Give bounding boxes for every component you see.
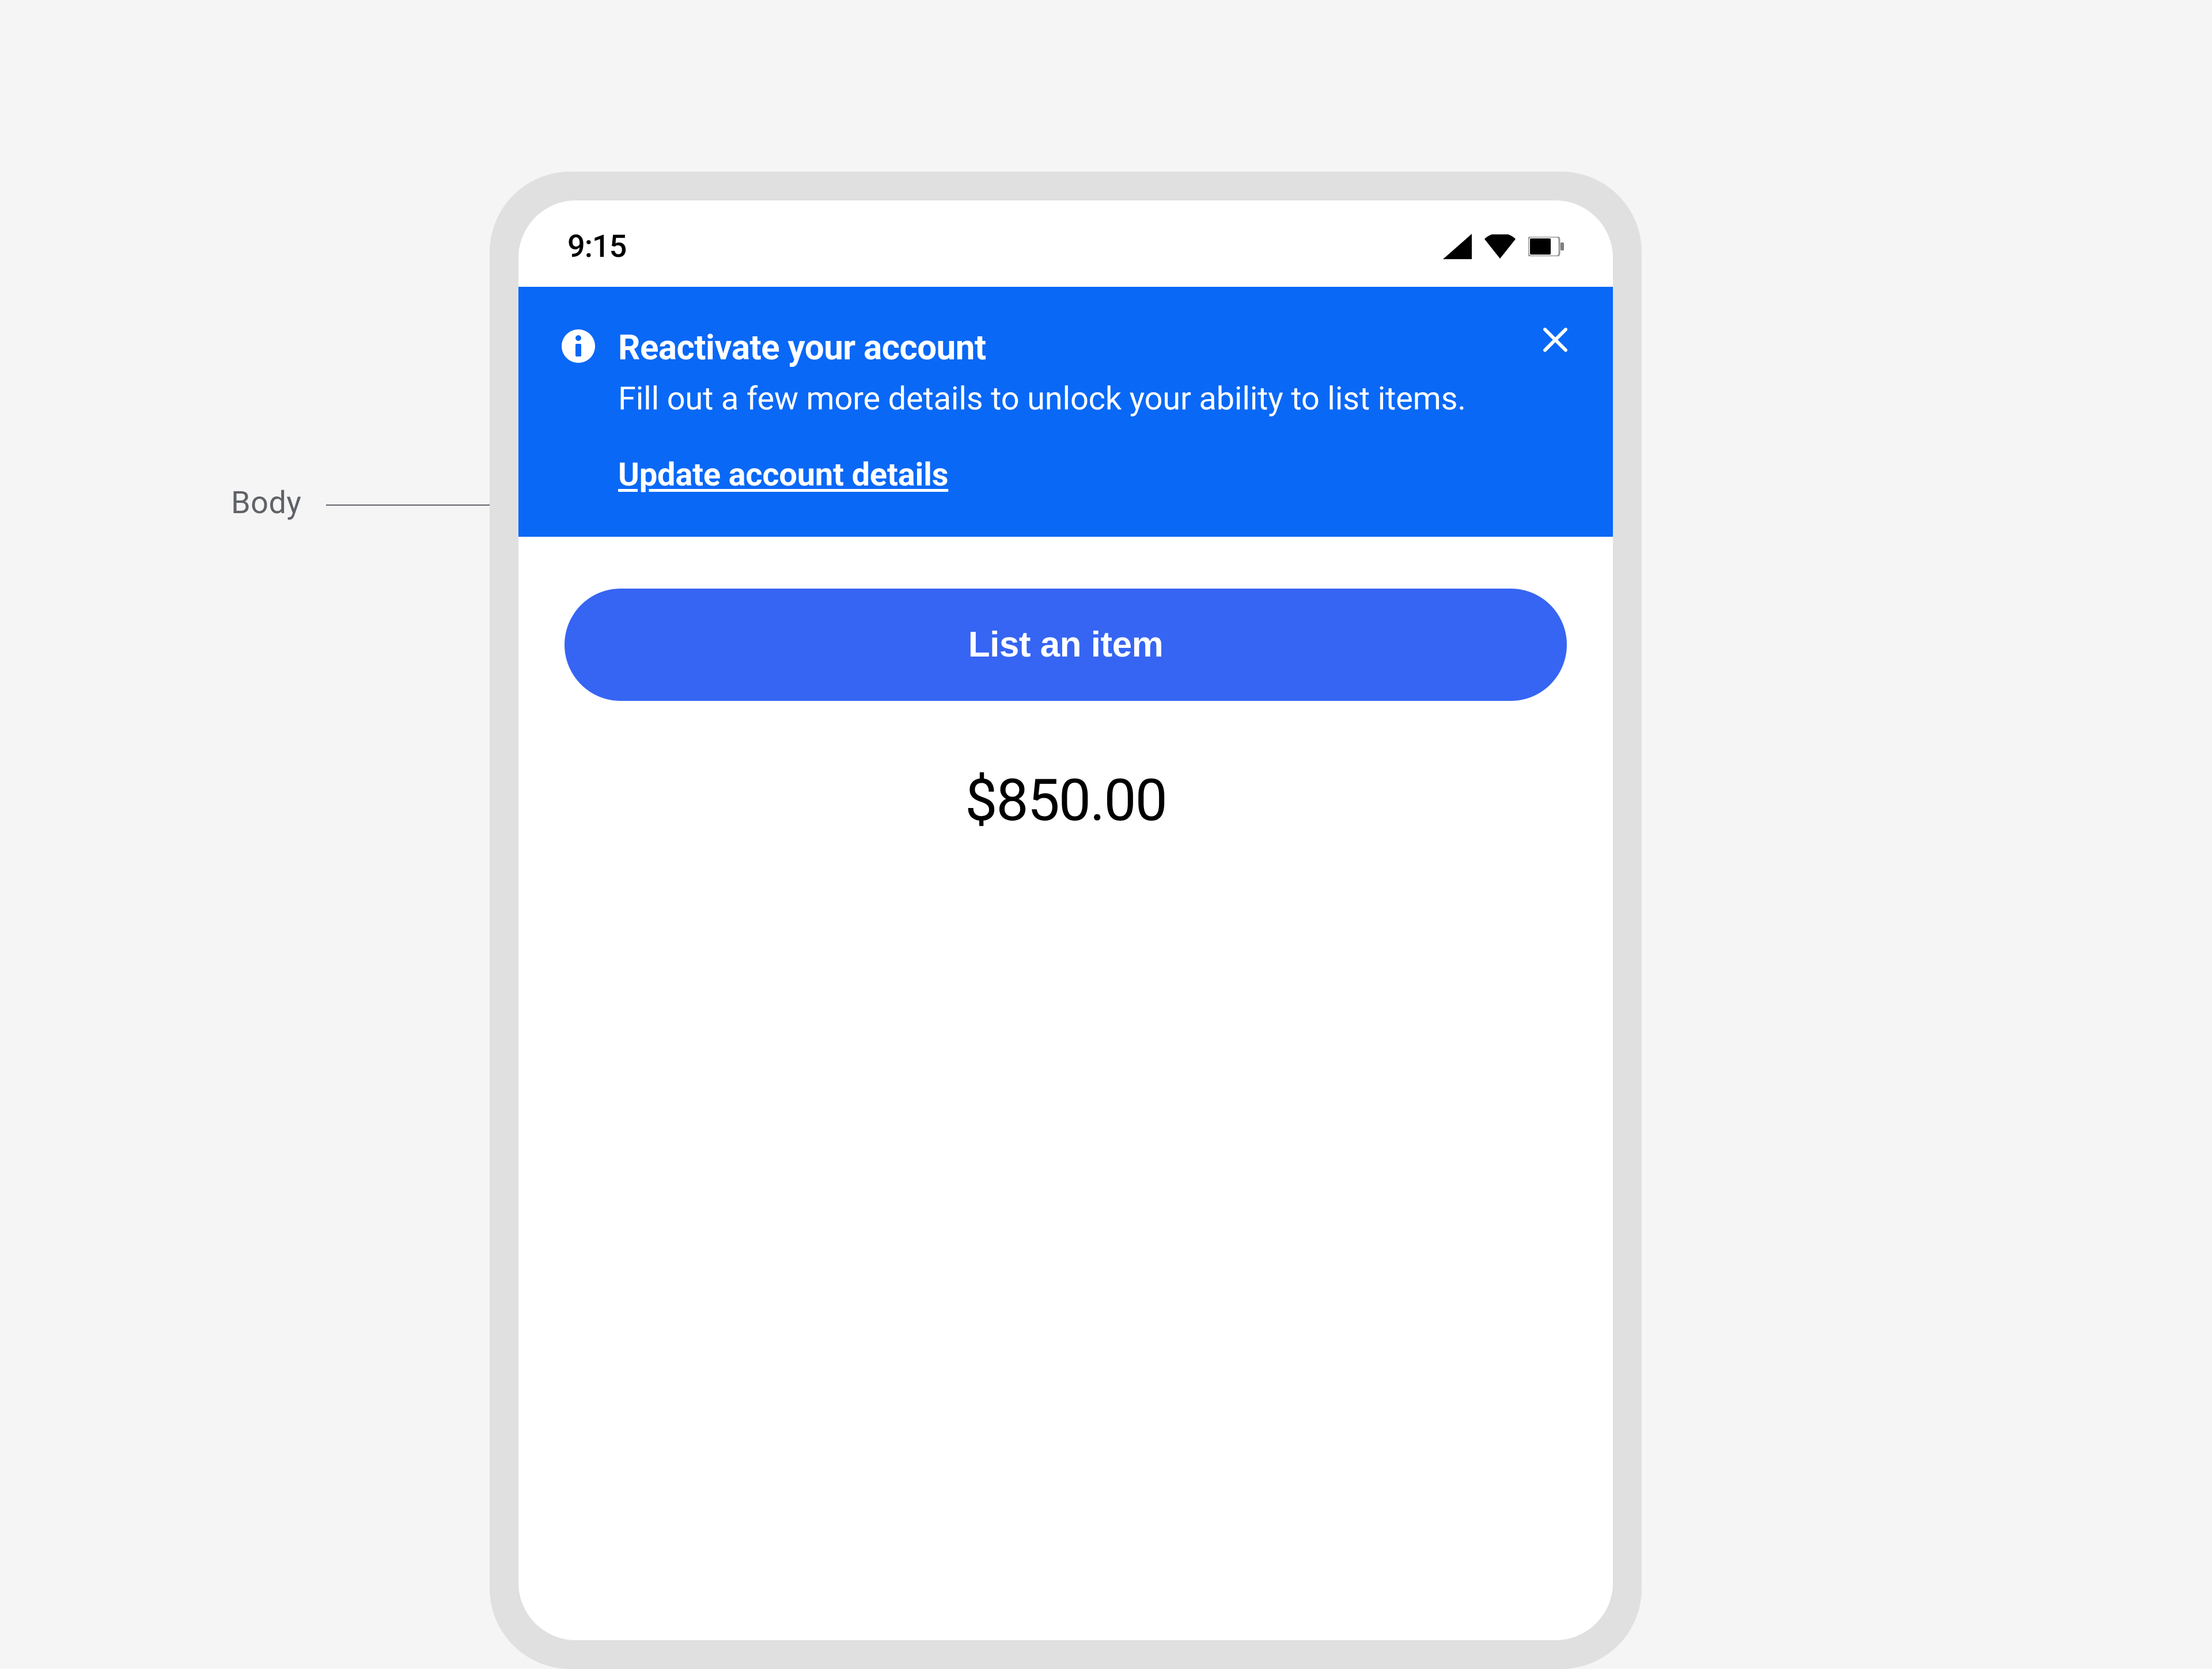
annotation-body-label: Body	[231, 485, 301, 521]
close-icon	[1543, 328, 1567, 354]
notice-title: Reactivate your account	[618, 327, 1524, 368]
wifi-icon	[1484, 234, 1516, 259]
phone-device-frame: 9:15	[490, 172, 1642, 1669]
status-bar: 9:15	[518, 200, 1613, 287]
close-button[interactable]	[1539, 325, 1571, 357]
status-icons-group	[1443, 234, 1564, 259]
info-icon	[562, 329, 595, 365]
battery-icon	[1528, 237, 1564, 256]
cellular-signal-icon	[1443, 234, 1472, 259]
content-area: List an item $850.00	[518, 537, 1613, 834]
list-item-button[interactable]: List an item	[565, 589, 1567, 701]
status-time: 9:15	[567, 229, 626, 265]
notice-body-text: Fill out a few more details to unlock yo…	[618, 376, 1524, 422]
phone-screen: 9:15	[518, 200, 1613, 1640]
notice-banner: Reactivate your account Fill out a few m…	[518, 287, 1613, 537]
notice-content: Reactivate your account Fill out a few m…	[618, 327, 1570, 494]
balance-amount: $850.00	[565, 767, 1567, 834]
update-account-link[interactable]: Update account details	[618, 456, 948, 494]
